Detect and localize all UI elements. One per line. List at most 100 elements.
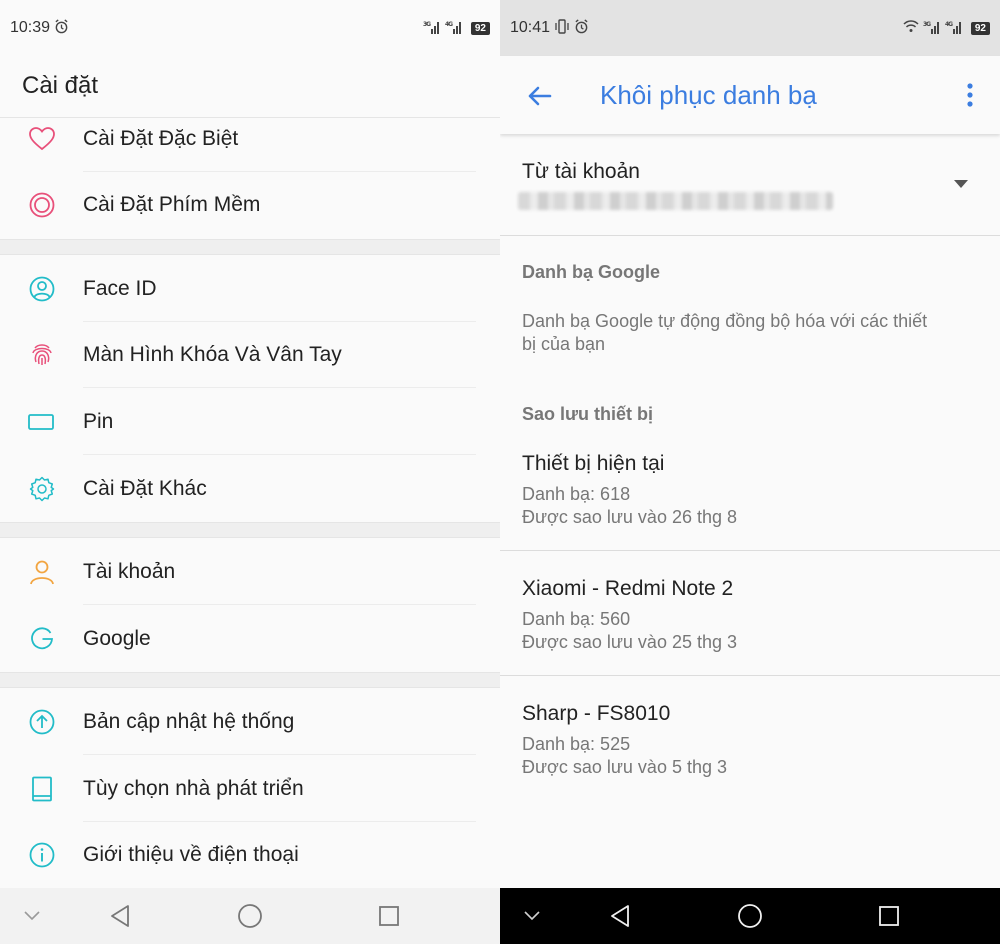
backup-date: Được sao lưu vào 26 thg 8 [522, 507, 738, 527]
settings-item-developer-options[interactable]: Tùy chọn nhà phát triển [0, 756, 500, 822]
contact-count: Danh bạ: 525 [522, 734, 631, 754]
hide-nav-button[interactable] [502, 888, 562, 944]
page-title: Khôi phục danh bạ [600, 79, 817, 110]
dropdown-arrow-icon[interactable] [954, 180, 968, 188]
recents-button[interactable] [359, 888, 419, 944]
back-button[interactable] [90, 888, 150, 944]
settings-item-label: Google [83, 627, 151, 650]
device-name: Sharp - FS8010 [522, 702, 671, 725]
settings-item-label: Cài Đặt Đặc Biệt [83, 127, 239, 150]
arrow-up-circle-icon [28, 708, 56, 736]
settings-item-softkeys[interactable]: Cài Đặt Phím Mềm [0, 172, 500, 238]
settings-screen: 10:39 3G 4G 92 Cài đặt Cài Đặt Đặc Biệt … [0, 0, 500, 944]
device-backup-heading: Sao lưu thiết bị [522, 404, 654, 424]
settings-item-label: Giới thiệu về điện thoại [83, 843, 299, 866]
settings-item-account[interactable]: Tài khoản [0, 539, 500, 605]
svg-text:4G: 4G [445, 21, 453, 28]
alarm-icon [54, 19, 69, 37]
backup-date: Được sao lưu vào 25 thg 3 [522, 632, 738, 652]
divider [83, 754, 476, 755]
settings-item-special[interactable]: Cài Đặt Đặc Biệt [0, 106, 500, 172]
back-button[interactable] [590, 888, 650, 944]
home-button[interactable] [220, 888, 280, 944]
info-icon [28, 841, 56, 869]
account-label: Từ tài khoản [522, 160, 640, 183]
fingerprint-icon [28, 341, 56, 369]
settings-item-label: Face ID [83, 277, 157, 300]
divider [83, 387, 476, 388]
settings-item-lock-fingerprint[interactable]: Màn Hình Khóa Và Vân Tay [0, 322, 500, 388]
battery-icon [28, 408, 56, 436]
device-backup-item[interactable]: Xiaomi - Redmi Note 2 Danh bạ: 560 Được … [500, 551, 1000, 676]
settings-item-battery[interactable]: Pin [0, 389, 500, 455]
settings-item-label: Bản cập nhật hệ thống [83, 710, 295, 733]
home-circle-icon [738, 904, 762, 928]
signal-icon: 4G [445, 20, 463, 37]
user-icon [28, 558, 56, 586]
svg-text:3G: 3G [423, 21, 431, 28]
home-circle-icon [238, 904, 262, 928]
battery-icon: 92 [970, 21, 990, 35]
device-name: Thiết bị hiện tại [522, 452, 665, 475]
status-time: 10:39 [10, 19, 51, 36]
recents-square-icon [879, 906, 899, 926]
signal-icon: 3G [423, 20, 441, 37]
settings-item-label: Tài khoản [83, 560, 176, 583]
settings-item-label: Cài Đặt Phím Mềm [83, 193, 261, 216]
section-gap [0, 522, 500, 538]
svg-text:4G: 4G [945, 21, 953, 28]
account-selector[interactable]: Từ tài khoản [500, 134, 1000, 236]
settings-item-label: Pin [83, 410, 114, 433]
gear-icon [28, 475, 56, 503]
ring-icon [28, 191, 56, 219]
restore-contacts-screen: 10:41 3G 4G 92 Khôi phục danh bạ Từ tài … [500, 0, 1000, 944]
wifi-icon [903, 19, 919, 38]
settings-item-label: Tùy chọn nhà phát triển [83, 777, 304, 800]
svg-text:3G: 3G [923, 21, 931, 28]
chevron-down-icon [24, 911, 40, 921]
more-vertical-icon [967, 83, 973, 107]
settings-item-system-update[interactable]: Bản cập nhật hệ thống [0, 689, 500, 755]
chevron-down-icon [524, 911, 540, 921]
signal-icon: 4G [945, 20, 963, 37]
contact-count: Danh bạ: 618 [522, 484, 631, 504]
navigation-bar [500, 888, 1000, 944]
section-gap [0, 239, 500, 255]
back-arrow-button[interactable] [524, 80, 556, 112]
heart-icon [28, 125, 56, 153]
recents-square-icon [379, 906, 399, 926]
device-backup-item[interactable]: Sharp - FS8010 Danh bạ: 525 Được sao lưu… [500, 676, 1000, 801]
settings-item-face-id[interactable]: Face ID [0, 256, 500, 322]
app-bar: Khôi phục danh bạ [500, 56, 1000, 134]
more-options-button[interactable] [962, 80, 978, 112]
divider [83, 604, 476, 605]
back-triangle-icon [611, 905, 629, 927]
settings-item-google[interactable]: Google [0, 606, 500, 672]
alarm-icon [574, 19, 589, 37]
settings-item-other[interactable]: Cài Đặt Khác [0, 456, 500, 522]
hide-nav-button[interactable] [2, 888, 62, 944]
status-bar: 10:39 3G 4G 92 [0, 0, 500, 56]
settings-item-about-phone[interactable]: Giới thiệu về điện thoại [0, 822, 500, 888]
status-time: 10:41 [510, 19, 551, 36]
battery-icon: 92 [470, 21, 490, 35]
settings-item-label: Cài Đặt Khác [83, 477, 207, 500]
device-backup-item[interactable]: Thiết bị hiện tại Danh bạ: 618 Được sao … [500, 452, 1000, 551]
google-contacts-description: Danh bạ Google tự động đồng bộ hóa với c… [522, 311, 928, 354]
device-name: Xiaomi - Redmi Note 2 [522, 577, 734, 600]
blurred-account-email [518, 192, 833, 210]
back-arrow-icon [528, 86, 552, 106]
recents-button[interactable] [859, 888, 919, 944]
status-bar: 10:41 3G 4G 92 [500, 0, 1000, 56]
section-gap [0, 672, 500, 688]
google-icon [28, 625, 56, 653]
settings-item-label: Màn Hình Khóa Và Vân Tay [83, 343, 342, 366]
face-id-icon [28, 275, 56, 303]
signal-icon: 3G [923, 20, 941, 37]
page-title: Cài đặt [22, 72, 99, 99]
back-triangle-icon [111, 905, 129, 927]
home-button[interactable] [720, 888, 780, 944]
backup-date: Được sao lưu vào 5 thg 3 [522, 757, 728, 777]
book-icon [28, 775, 56, 803]
navigation-bar [0, 888, 500, 944]
